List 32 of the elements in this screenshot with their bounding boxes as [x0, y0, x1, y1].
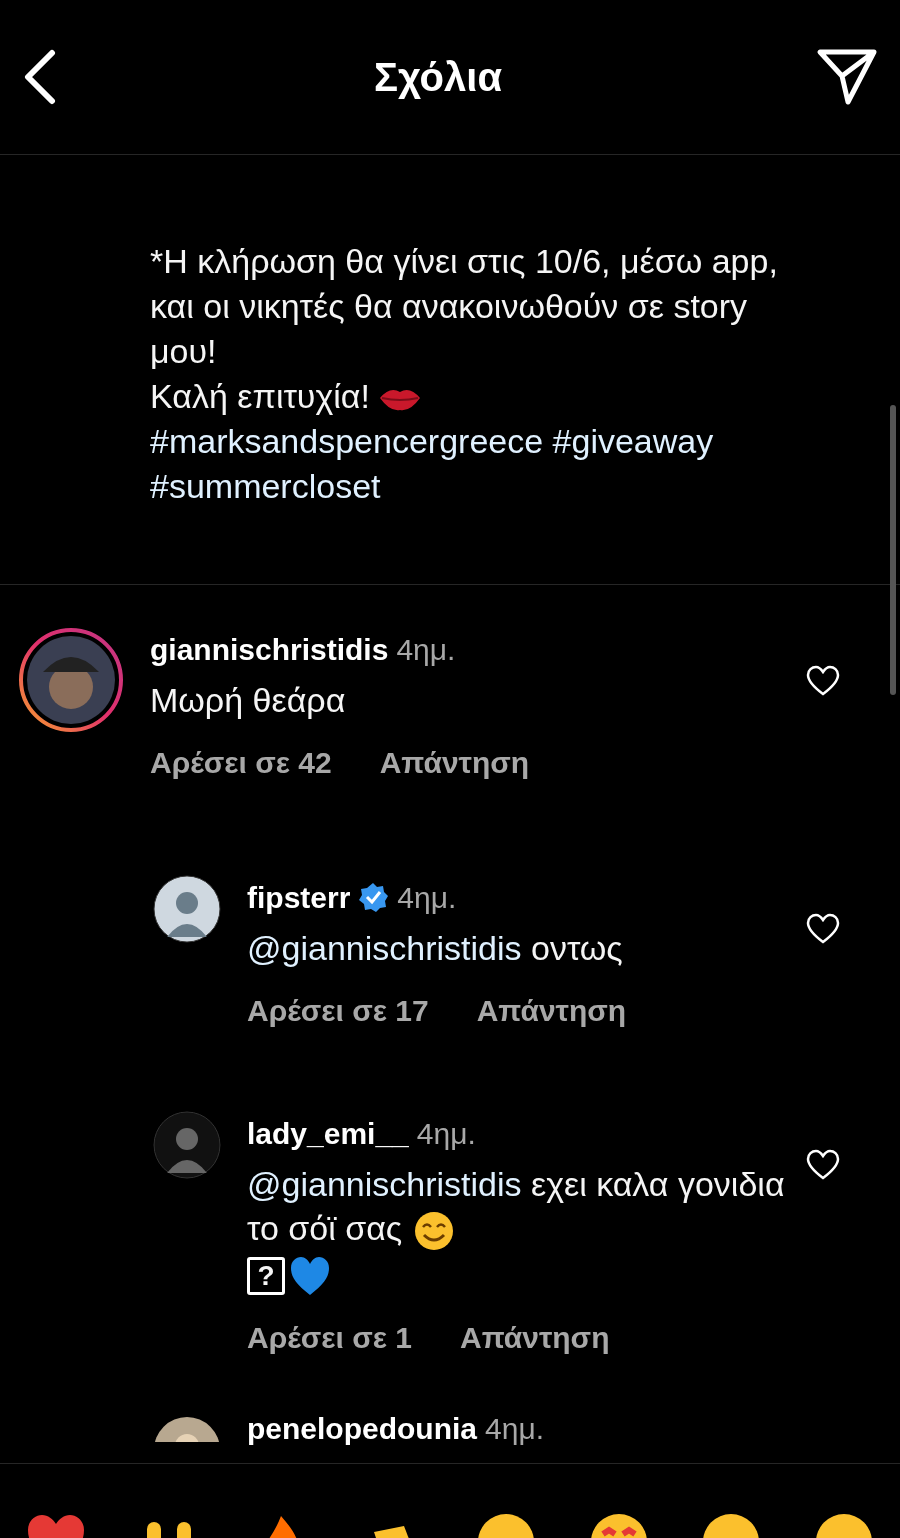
heart-icon[interactable] — [806, 665, 840, 696]
heart-icon[interactable] — [806, 1149, 840, 1180]
hashtag-link[interactable]: #summercloset — [150, 467, 381, 505]
avatar[interactable] — [153, 875, 221, 943]
screen-title: Σχόλια — [374, 54, 502, 101]
comment-text: @giannischristidis οντως — [247, 929, 623, 967]
timestamp: 4ημ. — [416, 1116, 476, 1152]
mention-link[interactable]: @giannischristidis — [247, 1165, 522, 1203]
username-link[interactable]: fipsterr — [247, 875, 351, 920]
username-link[interactable]: giannischristidis — [150, 627, 389, 672]
caption-text: Καλή επιτυχία! — [150, 377, 370, 415]
likes-count[interactable]: Αρέσει σε 42 — [150, 740, 332, 785]
heart-emoji-icon — [289, 1255, 331, 1298]
heart-icon[interactable] — [806, 913, 840, 944]
mention-link[interactable]: @giannischristidis — [247, 929, 522, 967]
hashtag-link[interactable]: #giveaway — [552, 422, 714, 460]
reply-button[interactable]: Απάντηση — [460, 1315, 610, 1361]
missing-glyph: ? — [247, 1257, 285, 1296]
comment-text: Μωρή θεάρα — [150, 681, 346, 719]
avatar[interactable] — [18, 627, 124, 733]
likes-count[interactable]: Αρέσει σε 1 — [247, 1315, 412, 1361]
timestamp: 4ημ. — [397, 880, 457, 916]
smiling-face-icon — [414, 1211, 455, 1251]
hashtag-link[interactable]: #marksandspencergreece — [150, 422, 544, 460]
reply-button[interactable]: Απάντηση — [476, 988, 627, 1033]
timestamp: 4ημ. — [396, 632, 456, 668]
username-link[interactable]: penelopedounia — [247, 1406, 477, 1452]
username-link[interactable]: lady_emi__ — [247, 1111, 409, 1156]
reply-button[interactable]: Απάντηση — [379, 740, 530, 785]
timestamp: 4ημ. — [485, 1411, 544, 1448]
likes-count[interactable]: Αρέσει σε 17 — [247, 988, 429, 1033]
caption-paragraph: *Η κλήρωση θα γίνει στις 10/6, μέσω app, και οι νικητές θα ανακοινωθούν σε story μου! — [150, 241, 779, 372]
